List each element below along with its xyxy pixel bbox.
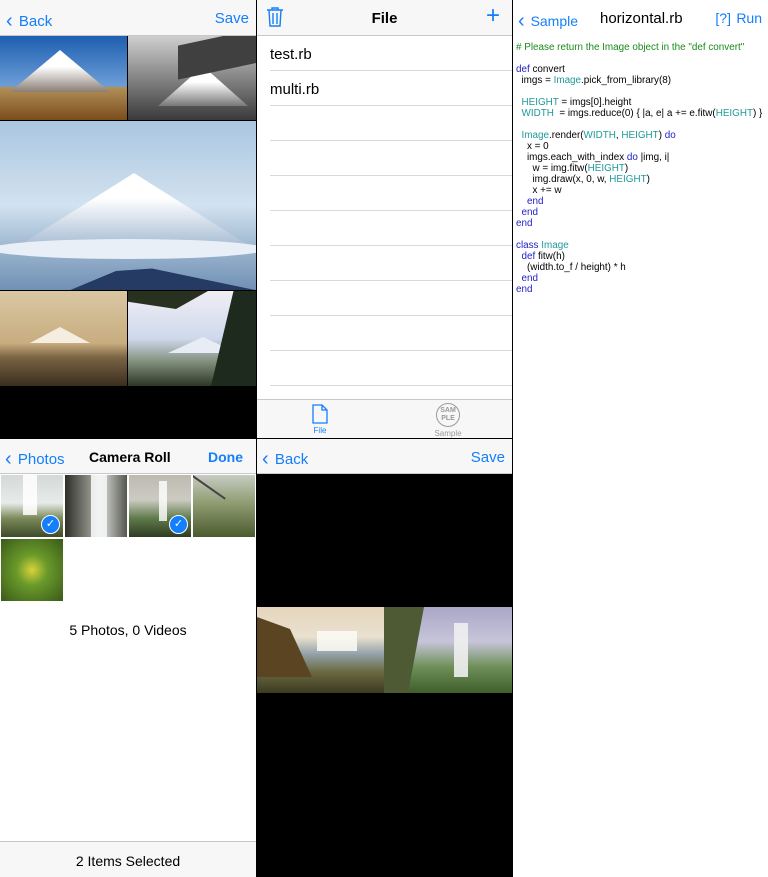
code-editor[interactable]: # Please return the Image object in the …: [516, 42, 766, 295]
photo-waterfall-2: [384, 607, 512, 693]
back-button[interactable]: ‹ Sample: [518, 9, 578, 32]
file-row[interactable]: multi.rb: [270, 71, 512, 106]
code-line: imgs.each_with_index do |img, i|: [516, 152, 670, 163]
empty-row: [270, 141, 512, 176]
nav-bar: ‹ Sample horizontal.rb [?] Run: [513, 0, 768, 36]
done-button[interactable]: Done: [208, 449, 243, 465]
save-button[interactable]: Save: [215, 10, 249, 27]
chevron-left-icon: ‹: [5, 448, 12, 470]
code-line: x = 0: [516, 141, 549, 152]
code-line: imgs = Image.pick_from_library(8): [516, 75, 672, 86]
help-button[interactable]: [?]: [715, 10, 731, 26]
code-line: def fitw(h): [521, 251, 565, 262]
code-line: end: [516, 218, 533, 229]
code-line: x += w: [516, 185, 562, 196]
file-list: test.rb multi.rb: [257, 36, 512, 400]
empty-row: [270, 246, 512, 281]
code-line: img.draw(x, 0, w, HEIGHT): [516, 174, 650, 185]
photo-thumb[interactable]: ✓: [1, 475, 63, 537]
tab-bar: File SAM PLE Sample: [257, 399, 512, 438]
screenshot-collage: ‹ Back Save File + test.rb multi.rb File…: [0, 0, 768, 877]
chevron-left-icon: ‹: [518, 10, 525, 32]
nav-bar: ‹ Back Save: [0, 0, 256, 36]
tab-file[interactable]: File: [297, 404, 343, 435]
panel-camera-roll: ‹ Photos Camera Roll Done ✓ ✓ 5 Photos, …: [0, 439, 256, 877]
code-line: def convert: [516, 64, 565, 75]
page-title: horizontal.rb: [600, 10, 683, 27]
empty-row: [270, 351, 512, 386]
page-title: File: [371, 10, 398, 27]
selection-count: 2 Items Selected: [75, 853, 181, 869]
code-line: WIDTH = imgs.reduce(0) { |a, e| a += e.f…: [521, 108, 763, 119]
toolbar: 2 Items Selected: [0, 841, 256, 877]
chevron-left-icon: ‹: [6, 10, 13, 32]
photo-fuji-5: [128, 291, 256, 386]
empty-row: [270, 106, 512, 141]
empty-row: [270, 211, 512, 246]
nav-bar: ‹ Photos Camera Roll Done: [0, 439, 256, 474]
panel-file-list: File + test.rb multi.rb File SAM PLE Sam…: [257, 0, 512, 438]
code-line: (width.to_f / height) * h: [516, 262, 626, 273]
photo-thumb[interactable]: [193, 475, 255, 537]
code-line: # Please return the Image object in the …: [516, 42, 745, 53]
back-button[interactable]: ‹ Photos: [5, 447, 65, 470]
photo-fuji-4: [0, 291, 127, 386]
code-line: Image.render(WIDTH, HEIGHT) do: [521, 130, 676, 141]
nav-bar: ‹ Back Save: [257, 439, 512, 474]
checkmark-icon: ✓: [41, 515, 60, 534]
photo-fuji-2: [128, 36, 256, 120]
run-button[interactable]: Run: [736, 10, 762, 26]
code-line: end: [521, 207, 538, 218]
photo-fuji-3: [0, 121, 256, 290]
code-line: class Image: [516, 240, 569, 251]
code-line: HEIGHT = imgs[0].height: [521, 97, 632, 108]
tab-sample[interactable]: SAM PLE Sample: [425, 403, 471, 438]
photo-thumb[interactable]: [1, 539, 63, 601]
empty-row: [270, 281, 512, 316]
photo-thumb[interactable]: ✓: [129, 475, 191, 537]
photo-fuji-1: [0, 36, 127, 120]
page-title: Camera Roll: [89, 449, 171, 465]
code-line: end: [521, 273, 538, 284]
add-icon[interactable]: +: [486, 4, 500, 28]
code-line: w = img.fitw(HEIGHT): [516, 163, 629, 174]
tab-label: Sample: [434, 429, 462, 438]
back-button[interactable]: ‹ Back: [262, 447, 308, 470]
file-icon: [312, 404, 328, 424]
code-line: end: [516, 284, 533, 295]
nav-bar: File +: [257, 0, 512, 36]
save-button[interactable]: Save: [471, 449, 505, 466]
checkmark-icon: ✓: [169, 515, 188, 534]
photo-waterfall-1: [257, 607, 384, 693]
file-row[interactable]: test.rb: [270, 36, 512, 71]
panel-photo-collage: ‹ Back Save: [0, 0, 256, 438]
code-line: end: [526, 196, 544, 207]
photo-count: 5 Photos, 0 Videos: [69, 622, 187, 638]
sample-icon: SAM PLE: [436, 403, 460, 427]
empty-row: [270, 176, 512, 211]
empty-row: [270, 316, 512, 351]
tab-label: File: [313, 426, 327, 435]
panel-result: ‹ Back Save: [257, 439, 512, 877]
photo-thumb[interactable]: [65, 475, 127, 537]
chevron-left-icon: ‹: [262, 448, 269, 470]
back-button[interactable]: ‹ Back: [6, 9, 52, 32]
